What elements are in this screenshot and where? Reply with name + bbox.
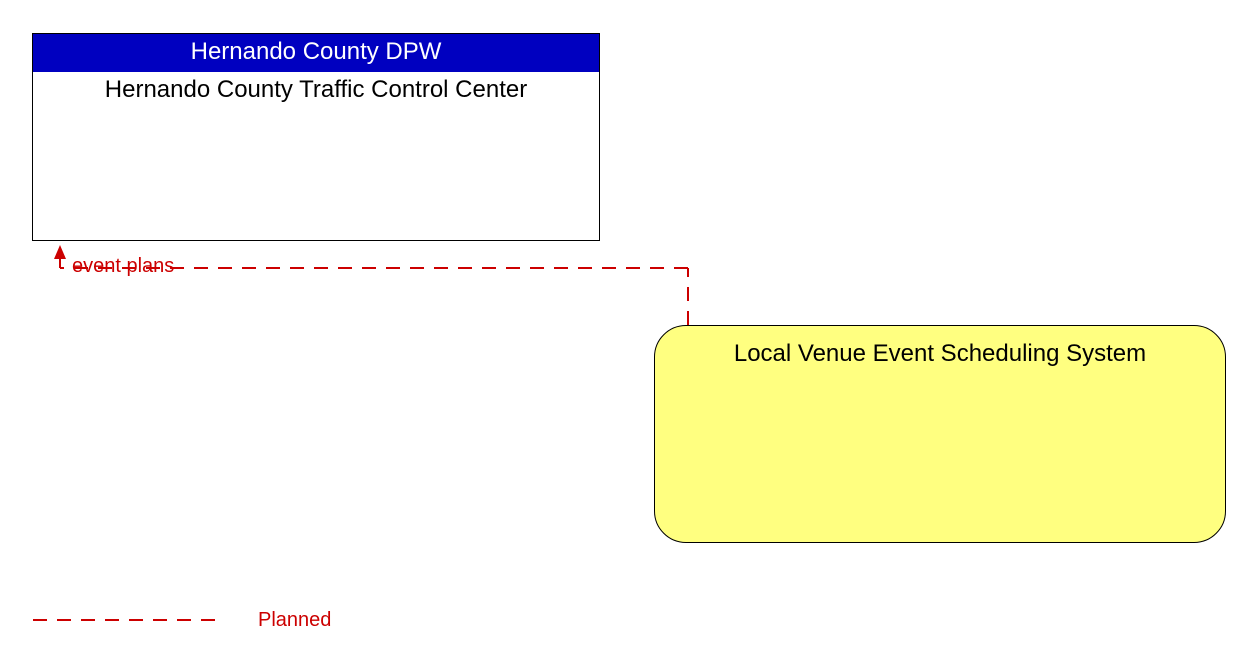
venue-box-title: Local Venue Event Scheduling System bbox=[655, 340, 1225, 368]
entity-box-title: Hernando County Traffic Control Center bbox=[33, 72, 599, 108]
legend-label-planned: Planned bbox=[258, 609, 331, 632]
entity-box-header: Hernando County DPW bbox=[33, 34, 599, 72]
venue-box: Local Venue Event Scheduling System bbox=[654, 325, 1226, 543]
entity-box: Hernando County DPW Hernando County Traf… bbox=[32, 33, 600, 241]
flow-label-event-plans: event plans bbox=[72, 255, 174, 278]
